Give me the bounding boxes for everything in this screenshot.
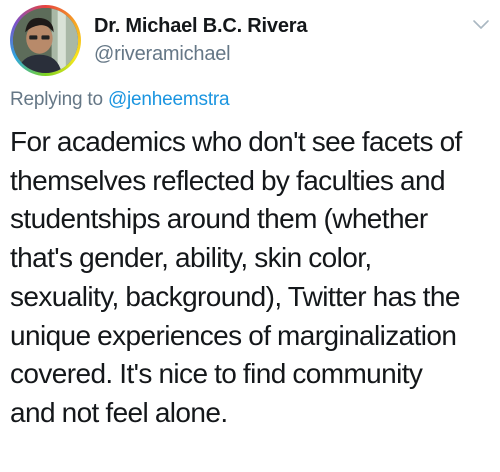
tweet: Dr. Michael B.C. Rivera @riveramichael R…: [0, 0, 500, 472]
replying-to: Replying to @jenheemstra: [10, 88, 230, 112]
tweet-text-line: For academics who don't see facets of: [10, 126, 462, 157]
tweet-text: For academics who don't see facets of th…: [10, 123, 500, 433]
user-handle[interactable]: @riveramichael: [94, 42, 307, 66]
reply-mention-link[interactable]: @jenheemstra: [108, 89, 230, 110]
author-names: Dr. Michael B.C. Rivera @riveramichael: [94, 14, 307, 66]
tweet-text-line: and not feel alone.: [10, 396, 228, 428]
profile-photo-avatar: [13, 8, 78, 73]
tweet-header: Dr. Michael B.C. Rivera @riveramichael: [10, 5, 490, 80]
tweet-text-line: sexuality, background), Twitter has the: [10, 280, 460, 312]
avatar[interactable]: [10, 5, 81, 76]
chevron-down-icon[interactable]: [472, 19, 490, 31]
tweet-text-line: themselves reflected by faculties and: [10, 164, 446, 196]
tweet-text-line: covered. It's nice to find community: [10, 358, 423, 390]
replying-to-label: Replying to: [10, 89, 103, 110]
tweet-text-line: unique experiences of marginalization: [10, 319, 457, 351]
tweet-text-line: that's gender, ability, skin color,: [10, 242, 372, 274]
tweet-text-line: studentships around them (whether: [10, 203, 428, 235]
display-name[interactable]: Dr. Michael B.C. Rivera: [94, 14, 307, 38]
